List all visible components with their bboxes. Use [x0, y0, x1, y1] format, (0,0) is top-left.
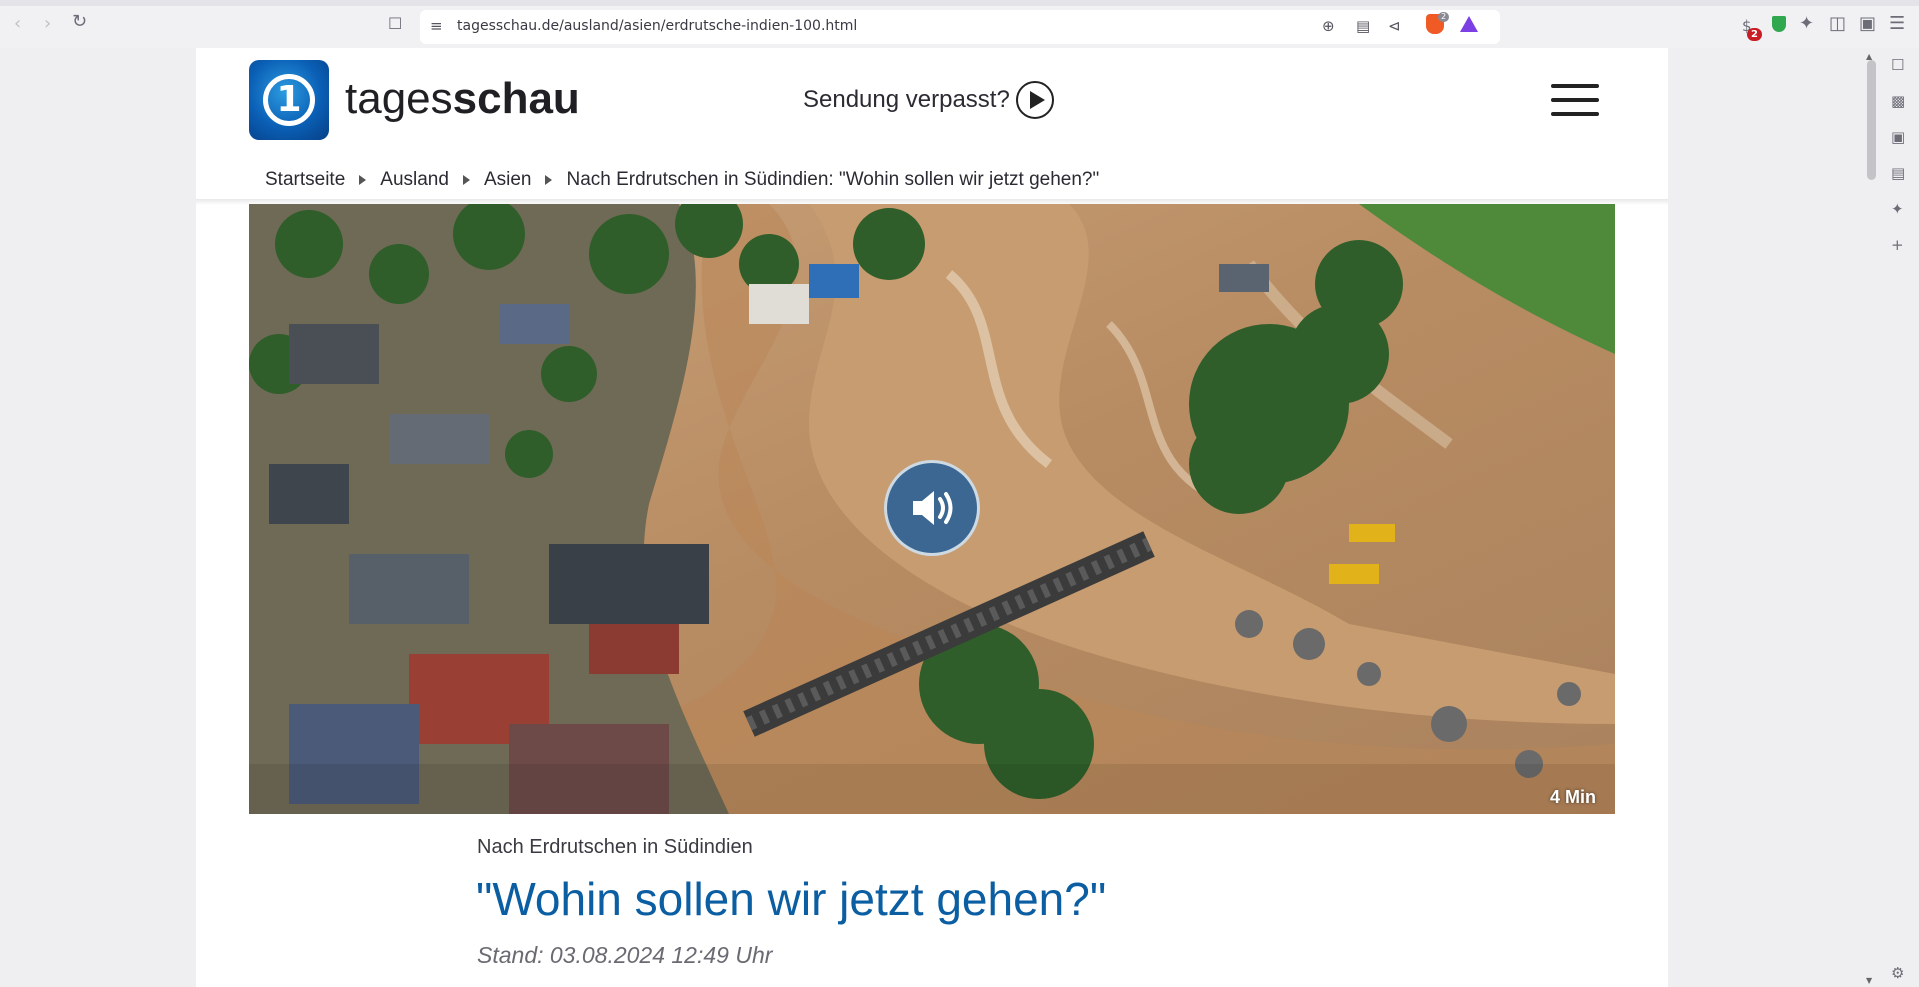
share-icon[interactable]: ⊲ — [1388, 17, 1401, 35]
scrollbar-thumb[interactable] — [1867, 60, 1876, 180]
breadcrumb-item-startseite[interactable]: Startseite — [265, 169, 345, 191]
bookmark-icon[interactable]: ☐ — [388, 14, 402, 33]
extensions-icon[interactable]: ✦ — [1799, 14, 1814, 34]
url-text[interactable]: tagesschau.de/ausland/asien/erdrutsche-i… — [457, 18, 857, 34]
breadcrumb-item-asien[interactable]: Asien — [484, 169, 532, 191]
brand-bold: schau — [452, 74, 580, 123]
article-topline: Nach Erdrutschen in Südindien — [477, 836, 753, 858]
breadcrumb-separator-icon — [462, 175, 470, 185]
browser-sidebar — [1864, 48, 1919, 987]
settings-icon[interactable]: ⚙ — [1891, 964, 1904, 982]
breadcrumb: Startseite Ausland Asien Nach Erdrutsche… — [265, 168, 1099, 192]
brand-wordmark[interactable]: tagesschau — [345, 74, 580, 124]
media-icon[interactable]: ▩ — [1891, 92, 1905, 110]
scroll-up-arrow[interactable]: ▲ — [1866, 52, 1872, 61]
article-timestamp: Stand: 03.08.2024 12:49 Uhr — [477, 942, 773, 968]
tagesschau-logo[interactable]: 1 — [249, 60, 329, 140]
scroll-down-arrow[interactable]: ▼ — [1866, 976, 1872, 985]
speaker-icon — [913, 491, 953, 525]
brave-shields-badge: 2 — [1438, 12, 1450, 22]
leo-ai-icon[interactable]: ✦ — [1891, 200, 1904, 218]
brand-light: tages — [345, 74, 453, 123]
sidebar-toggle-icon[interactable]: ◫ — [1829, 14, 1846, 34]
article-headline: "Wohin sollen wir jetzt gehen?" — [476, 873, 1107, 925]
add-icon[interactable]: + — [1891, 236, 1904, 254]
wallet-panel-icon[interactable]: ▣ — [1859, 14, 1876, 34]
breadcrumb-separator-icon — [359, 175, 367, 185]
play-icon[interactable] — [1016, 81, 1054, 119]
reload-icon[interactable]: ↻ — [72, 12, 87, 32]
breadcrumb-item-current: Nach Erdrutschen in Südindien: "Wohin so… — [566, 169, 1100, 190]
video-duration: 4 Min — [1550, 787, 1597, 807]
vpn-shield-icon[interactable] — [1772, 16, 1786, 32]
brave-rewards-icon[interactable] — [1460, 16, 1478, 32]
bookmarks-icon[interactable]: ☐ — [1891, 56, 1904, 74]
wallet-badge: 2 — [1747, 28, 1762, 41]
address-bar[interactable]: ≡ tagesschau.de/ausland/asien/erdrutsche… — [420, 10, 1500, 44]
back-icon[interactable]: ‹ — [14, 14, 21, 34]
zoom-icon[interactable]: ⊕ — [1322, 17, 1335, 35]
browser-toolbar: ‹ › ↻ ☐ ≡ tagesschau.de/ausland/asien/er… — [0, 0, 1919, 48]
menu-icon[interactable]: ☰ — [1889, 14, 1905, 34]
wallet-icon[interactable]: ▣ — [1891, 128, 1905, 146]
missed-broadcast-link[interactable]: Sendung verpasst? — [803, 86, 1010, 114]
reading-list-icon[interactable]: ▤ — [1891, 164, 1905, 182]
forward-icon[interactable]: › — [44, 14, 51, 34]
hamburger-menu-icon[interactable] — [1551, 84, 1599, 116]
logo-number: 1 — [276, 79, 302, 120]
play-triangle — [1030, 91, 1045, 109]
site-info-icon[interactable]: ≡ — [430, 17, 443, 35]
breadcrumb-item-ausland[interactable]: Ausland — [380, 169, 449, 191]
audio-play-button[interactable] — [884, 460, 980, 556]
reader-icon[interactable]: ▤ — [1356, 17, 1370, 35]
breadcrumb-separator-icon — [545, 175, 553, 185]
